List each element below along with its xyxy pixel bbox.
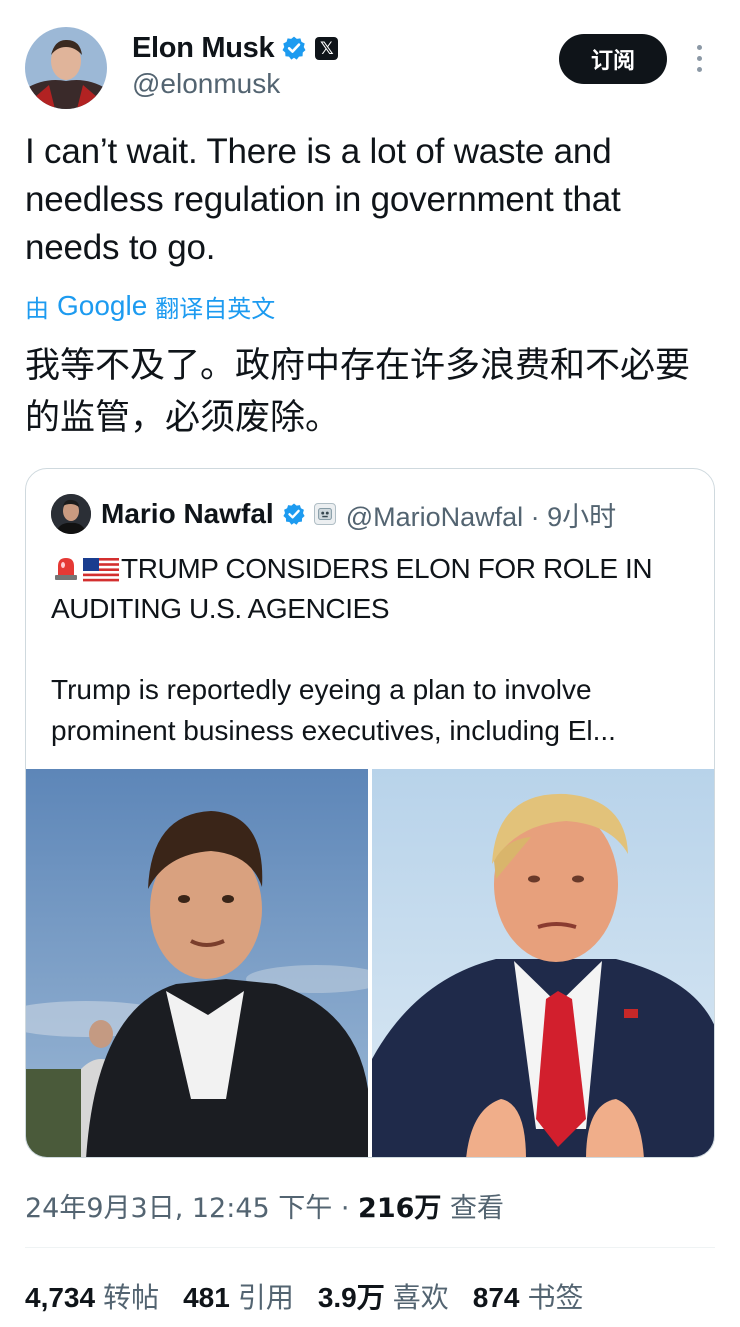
engagement-stats: 4,734 转帖 481 引用 3.9万 喜欢 874 书签 [25,1276,608,1316]
views-label: 查看 [441,1193,504,1224]
quoted-avatar[interactable] [51,494,91,534]
stat-label: 书签 [527,1281,584,1314]
quoted-headline: TRUMP CONSIDERS ELON FOR ROLE IN AUDITIN… [51,549,701,629]
divider [25,1247,715,1248]
siren-icon [55,558,77,580]
quoted-author-name[interactable]: Mario Nawfal [101,498,274,530]
us-flag-icon [83,558,119,582]
stat-bookmarks[interactable]: 874 书签 [473,1276,584,1316]
quoted-description: Trump is reportedly eyeing a plan to inv… [51,674,616,746]
quoted-tweet-card[interactable]: Mario Nawfal @MarioNawfal · 9小时 TRUMP CO… [25,468,715,1158]
google-brand: Google [57,290,148,321]
verified-icon [282,36,306,60]
x-logo-icon: 𝕏 [315,36,339,60]
stat-quotes[interactable]: 481 引用 [183,1276,294,1316]
subscribe-button[interactable]: 订阅 [559,34,667,84]
stat-count: 481 [183,1282,230,1313]
quoted-tweet-header: Mario Nawfal @MarioNawfal · 9小时 [51,493,616,535]
author-handle[interactable]: @elonmusk [132,68,280,100]
verified-icon [283,503,305,525]
author-name[interactable]: Elon Musk [132,32,275,65]
tweet-text: I can’t wait. There is a lot of waste an… [25,132,621,267]
tweet-meta: 24年9月3日, 12:45 下午 · 216万 查看 [25,1186,504,1225]
stat-count: 3.9万 [317,1282,385,1313]
robot-emoji-icon [313,503,336,525]
stat-label: 引用 [237,1281,294,1314]
quoted-author-handle[interactable]: @MarioNawfal · 9小时 [346,495,616,534]
more-icon[interactable] [690,42,708,76]
stat-label: 转帖 [103,1281,160,1314]
translation-attribution[interactable]: 由 Google 翻译自英文 [25,288,275,324]
translate-suffix: 翻译自英文 [155,294,276,323]
translate-prefix: 由 [25,294,49,323]
stat-count: 4,734 [25,1282,96,1313]
timestamp[interactable]: 24年9月3日, 12:45 下午 · [25,1193,358,1224]
stat-reposts[interactable]: 4,734 转帖 [25,1276,159,1316]
quoted-title-text: TRUMP CONSIDERS ELON FOR ROLE IN AUDITIN… [51,553,653,624]
stat-count: 874 [472,1282,520,1313]
stat-label: 喜欢 [392,1281,449,1314]
author-name-row[interactable]: Elon Musk 𝕏 [132,31,339,65]
stat-likes[interactable]: 3.9万 喜欢 [318,1276,449,1316]
translated-text: 我等不及了。政府中存在许多浪费和不必要的监管，必须废除。 [25,346,691,438]
views-count: 216万 [358,1193,442,1224]
avatar[interactable] [25,27,107,109]
tweet-header: Elon Musk 𝕏 @elonmusk 订阅 [0,0,740,120]
quoted-photo[interactable] [26,769,715,1158]
